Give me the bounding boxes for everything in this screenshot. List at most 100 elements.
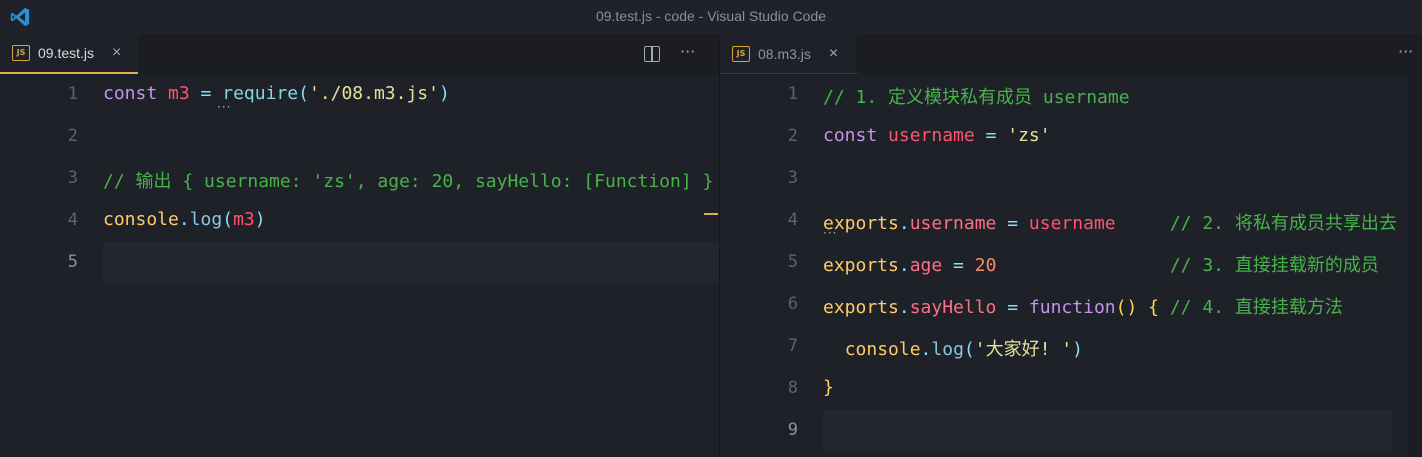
code-token: exports bbox=[823, 297, 899, 318]
line-number: 4 bbox=[67, 210, 78, 230]
vertical-scrollbar[interactable] bbox=[1408, 74, 1422, 457]
more-actions-icon[interactable]: ··· bbox=[1398, 42, 1413, 61]
tab-08-m3-js[interactable]: JS 08.m3.js × bbox=[720, 34, 857, 74]
line-number: 3 bbox=[67, 168, 78, 188]
line-number: 5 bbox=[787, 252, 798, 272]
code-token: sayHello bbox=[909, 297, 997, 318]
code-token: m3 bbox=[168, 83, 190, 104]
code-token: const bbox=[823, 125, 889, 146]
split-editor-icon[interactable] bbox=[644, 46, 660, 62]
code-line: 6 exports.sayHello = function() { // 4. … bbox=[720, 284, 1422, 326]
code-token: = bbox=[974, 125, 1008, 146]
code-line: 3 bbox=[720, 158, 1422, 200]
hint-dots: ··· bbox=[217, 100, 232, 114]
tab-label: 09.test.js bbox=[38, 45, 95, 61]
line-content: exports.username = username // 2. 将私有成员共… bbox=[823, 209, 1397, 235]
code-line: 9 bbox=[720, 410, 1422, 452]
code-line: 7 console.log('大家好! ') bbox=[720, 326, 1422, 368]
code-line: 2 const username = 'zs' bbox=[720, 116, 1422, 158]
code-token: . bbox=[898, 297, 910, 318]
editor-group-left: JS 09.test.js × ··· 1 const m3 = require… bbox=[0, 34, 719, 457]
code-token: exports bbox=[823, 255, 899, 276]
line-number: 4 bbox=[787, 210, 798, 230]
close-icon[interactable]: × bbox=[829, 45, 838, 63]
code-token: () bbox=[1115, 297, 1138, 318]
code-token: username bbox=[909, 213, 997, 234]
code-token: // 1. 定义模块私有成员 username bbox=[823, 87, 1130, 108]
code-token: ) bbox=[438, 83, 450, 104]
code-token: // 3. 直接挂载新的成员 bbox=[1169, 255, 1379, 276]
more-actions-icon[interactable]: ··· bbox=[680, 42, 695, 61]
tab-bar-right: JS 08.m3.js × ··· bbox=[720, 34, 1422, 74]
tab-bar-left: JS 09.test.js × ··· bbox=[0, 34, 719, 74]
line-number: 8 bbox=[787, 378, 798, 398]
code-line: 1 // 1. 定义模块私有成员 username bbox=[720, 74, 1422, 116]
code-token: m3 bbox=[233, 209, 255, 230]
line-number: 2 bbox=[787, 126, 798, 146]
code-token: 20 bbox=[974, 255, 997, 276]
code-token: // 输出 { username: 'zs', age: 20, sayHell… bbox=[103, 171, 714, 192]
code-token: { bbox=[1148, 297, 1159, 318]
code-token: const bbox=[103, 83, 169, 104]
line-content: exports.age = 20 // 3. 直接挂载新的成员 bbox=[823, 251, 1379, 277]
title-bar: 09.test.js - code - Visual Studio Code bbox=[0, 0, 1422, 34]
code-token: ( bbox=[222, 209, 234, 230]
line-content: console.log('大家好! ') bbox=[823, 335, 1083, 361]
code-editor-right[interactable]: 1 // 1. 定义模块私有成员 username 2 const userna… bbox=[720, 74, 1422, 457]
line-content: // 1. 定义模块私有成员 username bbox=[823, 83, 1130, 109]
overview-ruler-mark bbox=[704, 213, 718, 215]
close-icon[interactable]: × bbox=[112, 44, 121, 62]
code-editor-left[interactable]: 1 const m3 = require('./08.m3.js') ··· 2… bbox=[0, 74, 719, 457]
code-line: 4 console.log(m3) bbox=[0, 200, 719, 242]
line-content: const username = 'zs' bbox=[823, 125, 1051, 146]
code-token: ( bbox=[298, 83, 309, 104]
code-token: './08.m3.js' bbox=[308, 83, 439, 104]
tab-09-test-js[interactable]: JS 09.test.js × bbox=[0, 34, 138, 74]
code-token: function bbox=[1028, 297, 1116, 318]
line-number: 9 bbox=[787, 420, 798, 440]
code-token: = bbox=[996, 297, 1029, 318]
code-token: ( bbox=[963, 339, 975, 360]
line-content: // 输出 { username: 'zs', age: 20, sayHell… bbox=[103, 167, 713, 193]
code-token: . bbox=[898, 255, 910, 276]
code-token: ) bbox=[254, 209, 266, 230]
line-number: 5 bbox=[67, 252, 78, 272]
code-line: 8 } bbox=[720, 368, 1422, 410]
code-line: 1 const m3 = require('./08.m3.js') ··· bbox=[0, 74, 719, 116]
line-number: 3 bbox=[787, 168, 798, 188]
code-token: age bbox=[909, 255, 943, 276]
code-token: console bbox=[103, 209, 179, 230]
code-token: require bbox=[222, 83, 299, 104]
hint-dots: ··· bbox=[823, 226, 838, 240]
line-number: 1 bbox=[787, 84, 798, 104]
code-token: // 2. 将私有成员共享出去 bbox=[1169, 213, 1397, 234]
code-token: username bbox=[1028, 213, 1116, 234]
code-line: 2 bbox=[0, 116, 719, 158]
line-number: 7 bbox=[787, 336, 798, 356]
code-token: log bbox=[189, 209, 223, 230]
js-file-icon: JS bbox=[12, 45, 30, 61]
code-line: 5 exports.age = 20 // 3. 直接挂载新的成员 bbox=[720, 242, 1422, 284]
code-token: . bbox=[920, 339, 932, 360]
code-token: console bbox=[844, 339, 921, 360]
code-token: } bbox=[823, 377, 834, 398]
code-token: = bbox=[996, 213, 1029, 234]
code-token: // 4. 直接挂载方法 bbox=[1169, 297, 1343, 318]
code-token: '大家好! ' bbox=[974, 339, 1073, 360]
line-number: 1 bbox=[67, 84, 78, 104]
line-content: console.log(m3) bbox=[103, 209, 266, 230]
code-token: . bbox=[178, 209, 190, 230]
js-file-icon: JS bbox=[732, 45, 750, 62]
code-token: ) bbox=[1072, 339, 1083, 360]
code-line: 5 bbox=[0, 242, 719, 284]
line-number: 2 bbox=[67, 126, 78, 146]
code-line: 4 exports.username = username // 2. 将私有成… bbox=[720, 200, 1422, 242]
line-content: const m3 = require('./08.m3.js') bbox=[103, 83, 450, 104]
line-number: 6 bbox=[787, 294, 798, 314]
code-token: = bbox=[942, 255, 975, 276]
